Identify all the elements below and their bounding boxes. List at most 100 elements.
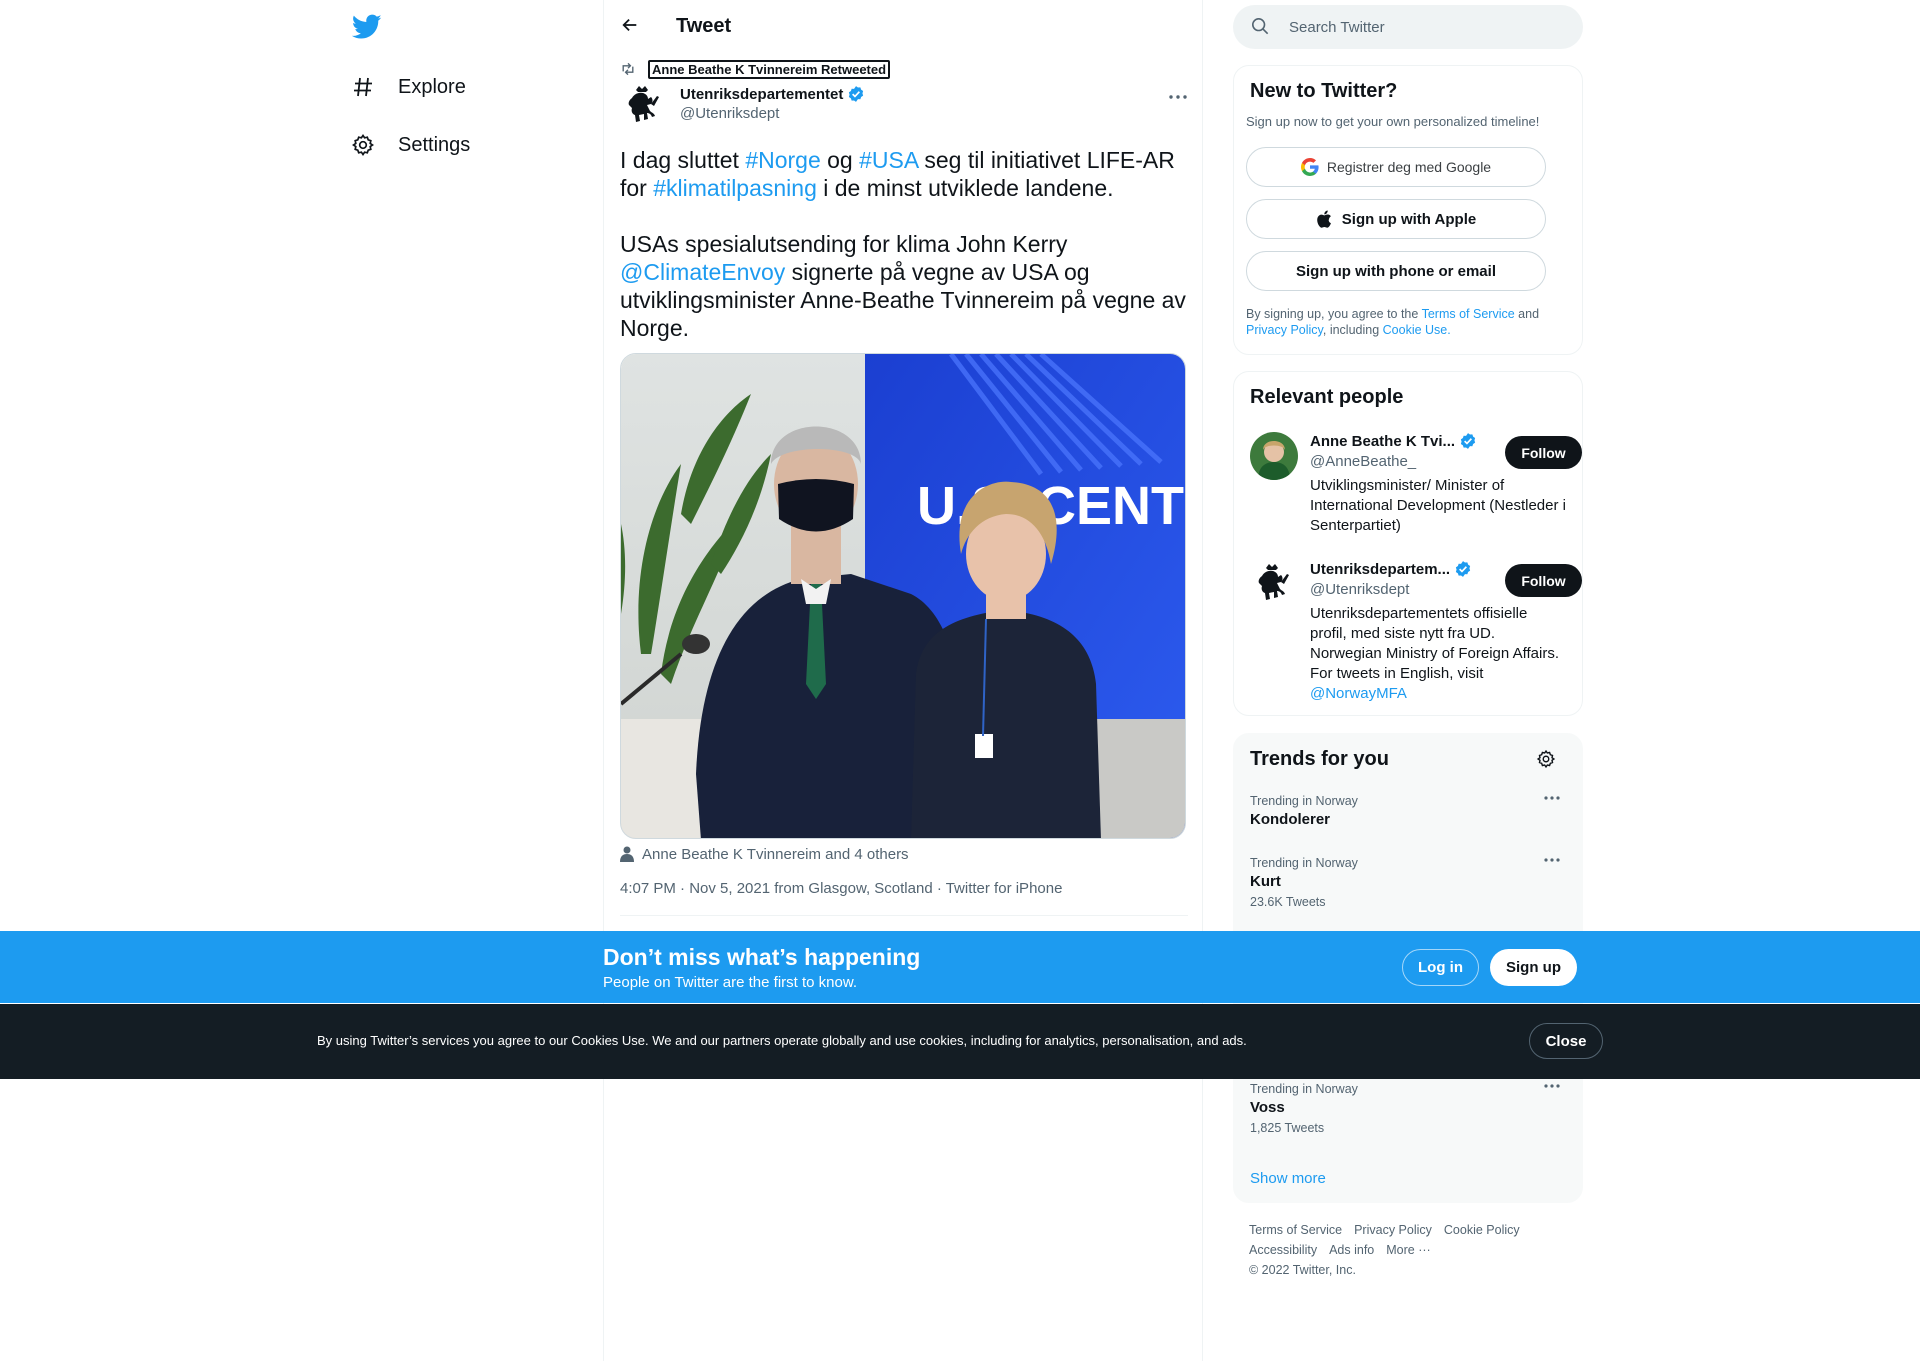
login-button[interactable]: Log in xyxy=(1402,949,1479,986)
trend-context: Trending in Norway xyxy=(1250,856,1358,870)
apple-signup-button[interactable]: Sign up with Apple xyxy=(1246,199,1546,239)
follow-button[interactable]: Follow xyxy=(1505,436,1582,469)
text-span: I dag sluttet xyxy=(620,147,746,173)
terms-link[interactable]: Terms of Service xyxy=(1422,307,1515,321)
person-handle[interactable]: @Utenriksdept xyxy=(1310,581,1409,598)
apple-logo-icon xyxy=(1316,210,1334,228)
footer-link[interactable]: Ads info xyxy=(1329,1243,1374,1257)
footer-links: Terms of Service Privacy Policy Cookie Pol… xyxy=(1249,1220,1569,1280)
hashtag-link[interactable]: #Norge xyxy=(745,147,820,173)
back-button[interactable] xyxy=(615,12,645,42)
cookie-bar: By using Twitter’s services you agree to… xyxy=(0,1004,1920,1079)
text-span: Utenriksdepartementets offisielle profil… xyxy=(1310,605,1559,682)
card-title: Trends for you xyxy=(1250,748,1389,770)
twitter-bird-icon[interactable] xyxy=(351,14,382,40)
person-name[interactable]: Utenriksdepartem... xyxy=(1310,560,1472,578)
trend-item[interactable]: Trending in Norway Voss 1,825 Tweets xyxy=(1250,1082,1570,1135)
mention-link[interactable]: @NorwayMFA xyxy=(1310,685,1407,702)
close-button[interactable]: Close xyxy=(1529,1023,1603,1059)
footer-link[interactable]: More ··· xyxy=(1386,1243,1430,1257)
hashtag-link[interactable]: #klimatilpasning xyxy=(653,175,817,201)
gear-icon xyxy=(1536,749,1556,771)
button-label: Registrer deg med Google xyxy=(1326,159,1492,175)
search-input[interactable] xyxy=(1289,18,1549,36)
footer-link[interactable]: Accessibility xyxy=(1249,1243,1317,1257)
copyright: © 2022 Twitter, Inc. xyxy=(1249,1263,1356,1277)
banner-title: Don’t miss what’s happening xyxy=(603,944,921,970)
card-title: Relevant people xyxy=(1250,386,1404,408)
signup-legal-text: By signing up, you agree to the Terms of… xyxy=(1246,306,1566,338)
more-horizontal-icon[interactable] xyxy=(1544,796,1564,810)
follow-button[interactable]: Follow xyxy=(1505,564,1582,597)
tweet-photo[interactable]: U.S. CENT xyxy=(620,353,1186,839)
text-span: i de minst utviklede landene. xyxy=(816,175,1114,201)
person-icon xyxy=(620,846,636,862)
signup-banner: Don’t miss what’s happening People on Tw… xyxy=(0,931,1920,1003)
card-title: New to Twitter? xyxy=(1250,80,1398,102)
avatar[interactable] xyxy=(1250,560,1298,608)
google-signup-button[interactable]: Registrer deg med Google xyxy=(1246,147,1546,187)
avatar[interactable] xyxy=(1250,432,1298,480)
text-span: og xyxy=(820,147,860,173)
divider xyxy=(620,915,1188,916)
button-label: Sign up with Apple xyxy=(1341,210,1477,228)
hashtag-icon xyxy=(350,74,376,100)
verified-badge-icon xyxy=(1454,560,1472,578)
footer-link[interactable]: Privacy Policy xyxy=(1354,1223,1432,1237)
cookie-use-link[interactable]: Cookie Use. xyxy=(1383,323,1451,337)
new-to-twitter-card: New to Twitter? Sign up now to get your … xyxy=(1233,65,1583,355)
author-handle[interactable]: @Utenriksdept xyxy=(680,105,779,122)
author-name-text: Utenriksdepartementet xyxy=(680,85,844,103)
trend-name: Kurt xyxy=(1250,873,1281,890)
trend-context: Trending in Norway xyxy=(1250,794,1358,808)
retweet-context: Anne Beathe K Tvinnereim Retweeted xyxy=(620,58,891,80)
page-title: Tweet xyxy=(676,15,732,37)
footer-link[interactable]: Terms of Service xyxy=(1249,1223,1342,1237)
main-column: Tweet Anne Beathe K Tvinnereim Retweeted… xyxy=(603,0,1203,1361)
trend-context: Trending in Norway xyxy=(1250,1082,1358,1096)
button-label: Sign up with phone or email xyxy=(1295,262,1496,280)
tagged-people-link[interactable]: Anne Beathe K Tvinnereim and 4 others xyxy=(620,844,909,864)
relevant-people-card: Relevant people Anne Beathe K Tvi... @An… xyxy=(1233,371,1583,716)
tweet-more-button[interactable] xyxy=(1166,85,1190,105)
footer-link[interactable]: Cookie Policy xyxy=(1444,1223,1520,1237)
author-avatar[interactable] xyxy=(620,82,668,130)
tweet-paragraph: USAs spesialutsending for klima John Ker… xyxy=(620,230,1190,342)
more-horizontal-icon[interactable] xyxy=(1544,1084,1564,1098)
text-span: , including xyxy=(1322,323,1383,337)
trend-name: Kondolerer xyxy=(1250,811,1331,828)
search-icon xyxy=(1251,17,1271,37)
verified-badge-icon xyxy=(847,85,865,103)
trend-count: 23.6K Tweets xyxy=(1250,895,1326,909)
person-name[interactable]: Anne Beathe K Tvi... xyxy=(1310,432,1477,450)
trend-item[interactable]: Trending in Norway Kondolerer xyxy=(1250,794,1570,828)
tweet-timestamp[interactable]: 4:07 PM · Nov 5, 2021 from Glasgow, Scot… xyxy=(620,880,1062,897)
arrow-left-icon xyxy=(621,16,639,39)
search-box[interactable] xyxy=(1233,5,1583,49)
tweet-text: I dag sluttet #Norge og #USA seg til ini… xyxy=(620,146,1190,370)
author-name[interactable]: Utenriksdepartementet xyxy=(680,85,865,103)
more-horizontal-icon[interactable] xyxy=(1544,858,1564,872)
show-more-link[interactable]: Show more xyxy=(1250,1170,1326,1187)
trends-settings-button[interactable] xyxy=(1536,749,1558,771)
cookie-text: By using Twitter’s services you agree to… xyxy=(317,1033,1247,1048)
person-handle[interactable]: @AnneBeathe_ xyxy=(1310,453,1416,470)
trend-count: 1,825 Tweets xyxy=(1250,1121,1325,1135)
retweeted-by-link[interactable]: Anne Beathe K Tvinnereim Retweeted xyxy=(648,59,891,79)
text-span: USAs spesialutsending for klima John Ker… xyxy=(620,231,1068,257)
signup-button[interactable]: Sign up xyxy=(1490,949,1577,986)
nav-item-settings[interactable]: Settings xyxy=(350,125,470,165)
trend-item[interactable]: Trending in Norway Kurt 23.6K Tweets xyxy=(1250,856,1570,909)
person-name-text: Utenriksdepartem... xyxy=(1310,560,1451,578)
mention-link[interactable]: @ClimateEnvoy xyxy=(620,259,785,285)
nav-item-label: Explore xyxy=(398,75,466,98)
person-bio: Utviklingsminister/ Minister of Internat… xyxy=(1310,477,1566,534)
nav-item-explore[interactable]: Explore xyxy=(350,67,466,107)
phone-email-signup-button[interactable]: Sign up with phone or email xyxy=(1246,251,1546,291)
retweet-icon xyxy=(620,60,638,78)
privacy-link[interactable]: Privacy Policy xyxy=(1246,323,1323,337)
more-horizontal-icon xyxy=(1169,86,1187,104)
hashtag-link[interactable]: #USA xyxy=(859,147,918,173)
google-logo-icon xyxy=(1300,158,1319,176)
text-span: and xyxy=(1514,307,1540,321)
